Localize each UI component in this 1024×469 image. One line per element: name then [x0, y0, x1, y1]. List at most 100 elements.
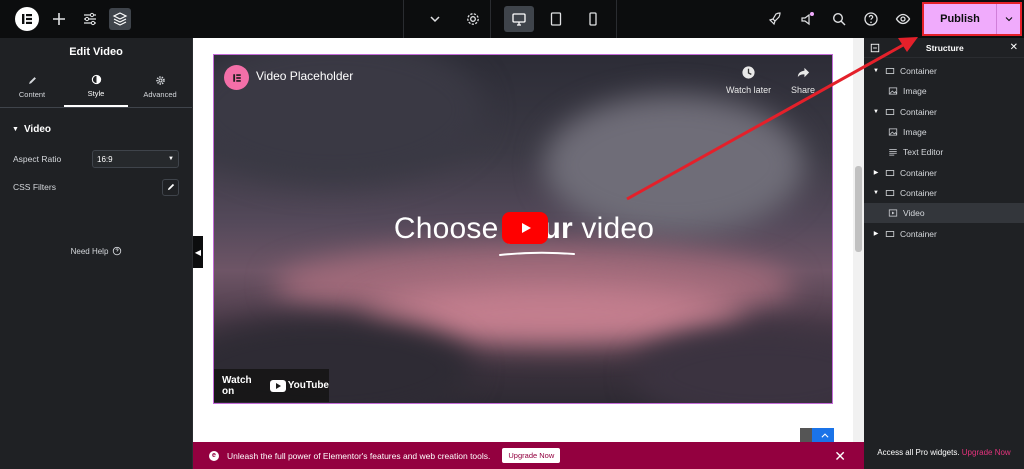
caret-down-icon: ▼: [12, 126, 19, 133]
search-icon[interactable]: [827, 0, 851, 38]
need-help-link[interactable]: Need Help: [0, 246, 193, 256]
watch-on-youtube-button[interactable]: Watch on YouTube: [214, 369, 329, 402]
canvas-scrollbar[interactable]: [853, 38, 864, 442]
rocket-icon[interactable]: [763, 0, 787, 38]
aspect-ratio-label: Aspect Ratio: [13, 154, 62, 164]
share-label: Share: [791, 85, 816, 95]
chevron-down-icon: ▼: [168, 156, 174, 162]
structure-layers-button[interactable]: [108, 0, 132, 38]
add-element-icon[interactable]: [47, 0, 71, 38]
structure-item-label: Image: [903, 86, 927, 97]
footer-upgrade-link[interactable]: Upgrade Now: [962, 448, 1011, 457]
caret-down-icon[interactable]: ▼: [872, 68, 880, 74]
pencil-icon: [167, 183, 174, 191]
divider: [490, 0, 491, 38]
share-button[interactable]: Share: [791, 65, 815, 95]
container-icon: [885, 190, 895, 196]
css-filters-label: CSS Filters: [13, 182, 56, 192]
publish-options-chevron-down-icon[interactable]: [996, 4, 1020, 34]
share-arrow-icon: [797, 67, 809, 78]
divider: [403, 0, 404, 38]
youtube-play-icon: [269, 379, 286, 392]
structure-tree: ▼ Container Image ▼ Container Image Text Edito…: [864, 58, 1024, 244]
desktop-icon: [504, 6, 534, 32]
youtube-logo: YouTube: [269, 379, 329, 392]
pencil-icon: [28, 76, 36, 84]
structure-item-image[interactable]: Image: [864, 122, 1024, 142]
headline-pre: Choose: [393, 212, 508, 245]
device-desktop-button[interactable]: [503, 0, 535, 38]
upgrade-now-button[interactable]: Upgrade Now: [502, 448, 561, 463]
tab-label: Style: [87, 88, 105, 98]
tab-label: Content: [18, 89, 46, 99]
elementor-badge-icon: e: [209, 450, 219, 461]
promo-text: Unleash the full power of Elementor's fe…: [227, 450, 491, 461]
tab-advanced[interactable]: Advanced: [128, 66, 192, 107]
image-icon: [888, 87, 898, 95]
clock-icon: [742, 66, 755, 79]
watch-later-label: Watch later: [726, 85, 772, 95]
chevron-up-icon: [821, 433, 829, 438]
elementor-logo-button[interactable]: [15, 0, 39, 38]
structure-item-label: Container: [900, 228, 937, 239]
container-icon: [885, 169, 895, 176]
close-icon[interactable]: ✕: [1010, 42, 1018, 53]
structure-item-label: Container: [900, 187, 937, 198]
promo-banner: e Unleash the full power of Elementor's …: [193, 442, 864, 469]
headline-post: video: [572, 212, 655, 245]
need-help-label: Need Help: [70, 246, 109, 256]
structure-item-video[interactable]: Video: [864, 203, 1024, 224]
elementor-logo-icon: [15, 7, 39, 31]
structure-footer: Access all Pro widgets. Upgrade Now: [864, 448, 1024, 457]
tab-label: Advanced: [143, 89, 177, 99]
site-settings-icon[interactable]: [78, 0, 102, 38]
structure-item-image[interactable]: Image: [864, 81, 1024, 101]
video-widget[interactable]: Video Placeholder Watch later Share Choo…: [213, 54, 833, 404]
caret-down-icon[interactable]: ▼: [872, 109, 880, 115]
aspect-ratio-value: 16:9: [97, 154, 113, 164]
caret-right-icon[interactable]: ▶: [872, 230, 880, 237]
scroll-thumb[interactable]: [855, 166, 862, 252]
collapse-panel-chevron-left-icon[interactable]: ◀: [193, 236, 203, 268]
help-icon[interactable]: [859, 0, 883, 38]
mobile-icon[interactable]: [581, 0, 605, 38]
panel-title: Edit Video: [69, 46, 123, 58]
publish-button[interactable]: Publish: [924, 13, 996, 25]
structure-item-container[interactable]: ▶ Container: [864, 223, 1024, 243]
edit-panel: Edit Video Content Style Advanced ▼ Vide…: [0, 38, 193, 469]
structure-item-text-editor[interactable]: Text Editor: [864, 142, 1024, 162]
page-settings-gear-icon[interactable]: [461, 0, 485, 38]
css-filters-edit-button[interactable]: [162, 178, 179, 196]
structure-item-container[interactable]: ▼ Container: [864, 183, 1024, 203]
structure-header: Structure ✕: [864, 38, 1024, 58]
video-title[interactable]: Video Placeholder: [256, 69, 353, 83]
structure-item-label: Text Editor: [903, 147, 944, 158]
caret-right-icon[interactable]: ▶: [872, 169, 880, 176]
divider: [616, 0, 617, 38]
structure-item-container[interactable]: ▼ Container: [864, 102, 1024, 122]
caret-down-icon[interactable]: ▼: [872, 190, 880, 196]
channel-logo-icon[interactable]: [224, 65, 249, 90]
tablet-icon[interactable]: [544, 0, 568, 38]
panel-toggle-icon[interactable]: [870, 43, 880, 53]
aspect-ratio-select[interactable]: 16:9 ▼: [92, 150, 179, 168]
close-icon[interactable]: ✕: [834, 448, 846, 465]
structure-title: Structure: [925, 42, 964, 53]
top-bar: Publish: [0, 0, 1024, 38]
chevron-down-icon[interactable]: [423, 0, 447, 38]
tab-style[interactable]: Style: [64, 66, 128, 107]
play-icon: [522, 223, 531, 233]
notifications-megaphone-icon[interactable]: [795, 0, 819, 38]
structure-item-container[interactable]: ▼ Container: [864, 61, 1024, 81]
text-editor-icon: [889, 149, 897, 156]
structure-item-label: Container: [900, 106, 937, 117]
preview-eye-icon[interactable]: [891, 0, 915, 38]
play-button[interactable]: [502, 212, 548, 244]
brush-underline: [499, 251, 575, 256]
structure-item-container[interactable]: ▶ Container: [864, 162, 1024, 182]
watch-later-button[interactable]: Watch later: [726, 65, 771, 95]
layers-icon: [109, 8, 131, 30]
panel-tabs: Content Style Advanced: [0, 66, 192, 108]
tab-content[interactable]: Content: [0, 66, 64, 107]
section-video-toggle[interactable]: ▼ Video: [0, 108, 192, 145]
